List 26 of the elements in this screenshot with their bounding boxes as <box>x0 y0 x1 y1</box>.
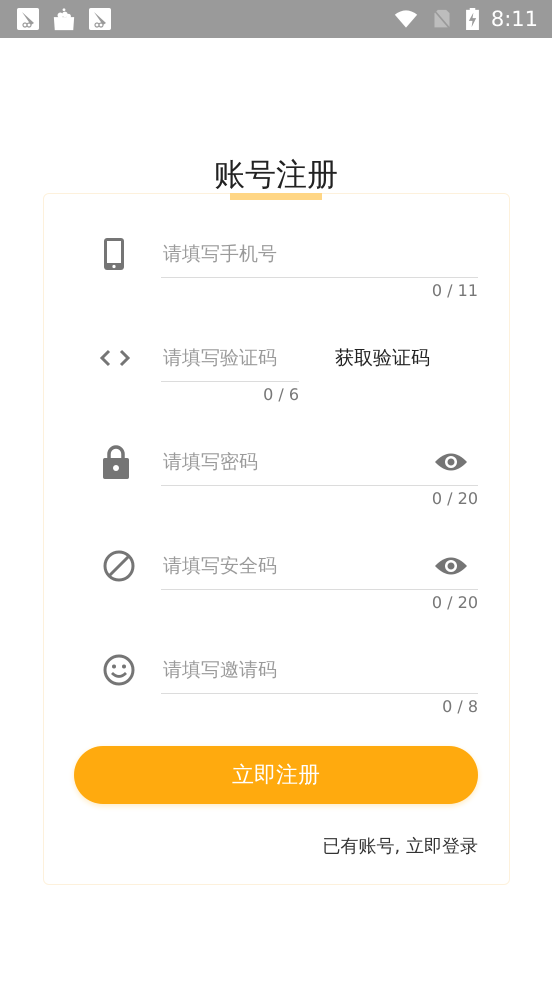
character-counter: 0 / 20 <box>432 592 478 614</box>
character-counter: 0 / 8 <box>442 696 478 718</box>
battery-charging-icon <box>466 8 479 30</box>
clock-time: 8:11 <box>490 7 538 31</box>
block-icon <box>103 550 135 582</box>
character-counter: 0 / 20 <box>432 488 478 510</box>
page-title: 账号注册 <box>214 158 338 192</box>
notification-icon <box>88 7 112 31</box>
input-field[interactable]: 请填写密码 <box>161 438 478 486</box>
phone-icon <box>103 237 125 271</box>
smiley-icon <box>103 654 135 686</box>
character-counter: 0 / 11 <box>432 280 478 302</box>
get-code-button[interactable]: 获取验证码 <box>335 345 430 371</box>
show-password-icon[interactable] <box>434 555 468 577</box>
notification-icon <box>16 7 40 31</box>
input-field[interactable]: 请填写验证码 <box>161 334 299 382</box>
wifi-icon <box>394 9 418 29</box>
character-counter: 0 / 6 <box>263 384 299 406</box>
basket-icon <box>52 7 76 31</box>
lock-icon <box>103 445 129 479</box>
input-field[interactable]: 请填写手机号 <box>161 230 478 278</box>
input-field[interactable]: 请填写邀请码 <box>161 646 478 694</box>
show-password-icon[interactable] <box>434 451 468 473</box>
input-field[interactable]: 请填写安全码 <box>161 542 478 590</box>
login-link[interactable]: 已有账号, 立即登录 <box>322 834 478 858</box>
code-icon <box>99 348 131 368</box>
